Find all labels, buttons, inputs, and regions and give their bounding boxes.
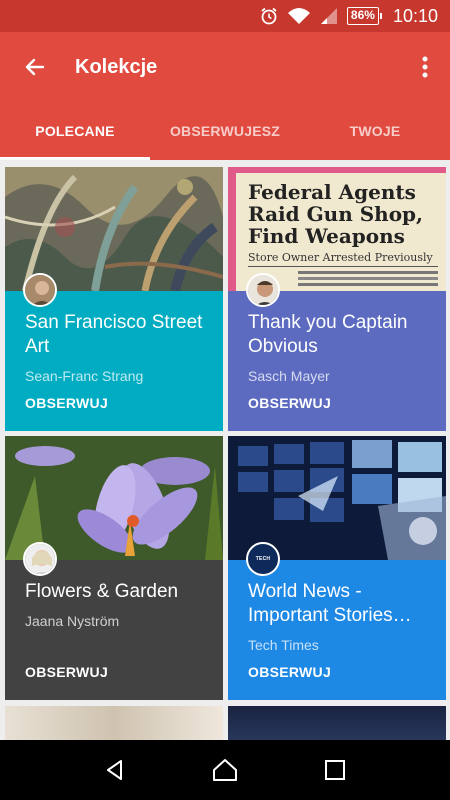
card-author: Sasch Mayer [248, 368, 330, 384]
collections-grid: San Francisco Street Art Sean-Franc Stra… [0, 160, 450, 740]
card-image-partial [5, 706, 223, 740]
tech-times-logo: TECH TIMES [246, 542, 280, 576]
headline-line: Find Weapons [248, 224, 405, 248]
tab-twoje[interactable]: TWOJE [300, 102, 450, 160]
clock: 10:10 [392, 5, 438, 26]
arrow-back-icon [25, 58, 45, 76]
card-body: Flowers & Garden Jaana Nyström OBSERWUJ [5, 560, 223, 700]
tab-bar: POLECANE OBSERWUJESZ TWOJE [0, 102, 450, 160]
back-nav-button[interactable] [85, 740, 145, 800]
home-icon [213, 759, 237, 781]
tab-obserwujesz[interactable]: OBSERWUJESZ [150, 102, 300, 160]
more-vert-icon [422, 56, 428, 78]
card-title: San Francisco Street Art [25, 312, 203, 357]
tab-polecane[interactable]: POLECANE [0, 102, 150, 160]
signal-icon [319, 6, 339, 26]
home-nav-button[interactable] [195, 740, 255, 800]
back-button[interactable] [0, 32, 70, 102]
card-author: Jaana Nyström [25, 613, 120, 629]
collection-card[interactable]: TECH TIMES World News - Important Storie… [228, 436, 446, 700]
collection-card[interactable]: San Francisco Street Art Sean-Franc Stra… [5, 167, 223, 431]
card-body: San Francisco Street Art Sean-Franc Stra… [5, 291, 223, 431]
subheadline: Store Owner Arrested Previously [248, 251, 433, 264]
follow-button[interactable]: OBSERWUJ [25, 664, 108, 680]
system-navigation-bar [0, 740, 450, 800]
collection-card-partial[interactable] [228, 706, 446, 740]
card-body: Thank you Captain Obvious Sasch Mayer OB… [228, 291, 446, 431]
follow-button[interactable]: OBSERWUJ [25, 395, 108, 411]
status-bar: 86% 10:10 [0, 0, 450, 32]
headline-line: Raid Gun Shop, [248, 202, 423, 226]
card-body: World News - Important Stories… Tech Tim… [228, 560, 446, 700]
square-recents-icon [325, 760, 345, 780]
avatar [23, 273, 57, 307]
card-title: World News - Important Stories… [248, 581, 412, 626]
card-title: Flowers & Garden [25, 581, 179, 602]
wifi-icon [287, 6, 311, 26]
app-bar: Kolekcje [0, 32, 450, 102]
collection-card[interactable]: Federal Agents Raid Gun Shop, Find Weapo… [228, 167, 446, 431]
triangle-back-icon [107, 760, 122, 780]
card-image-partial [228, 706, 446, 740]
collection-card-partial[interactable] [5, 706, 223, 740]
overflow-menu-button[interactable] [400, 32, 450, 102]
avatar [23, 542, 57, 576]
avatar [246, 273, 280, 307]
card-author: Tech Times [248, 637, 319, 653]
collection-card[interactable]: Flowers & Garden Jaana Nyström OBSERWUJ [5, 436, 223, 700]
follow-button[interactable]: OBSERWUJ [248, 395, 331, 411]
recents-nav-button[interactable] [305, 740, 365, 800]
headline-line: Federal Agents [248, 180, 416, 204]
card-author: Sean-Franc Strang [25, 368, 144, 384]
page-title: Kolekcje [75, 55, 158, 78]
follow-button[interactable]: OBSERWUJ [248, 664, 331, 680]
card-title: Thank you Captain Obvious [248, 312, 408, 357]
battery-indicator: 86% [346, 7, 382, 25]
alarm-icon [259, 6, 279, 26]
